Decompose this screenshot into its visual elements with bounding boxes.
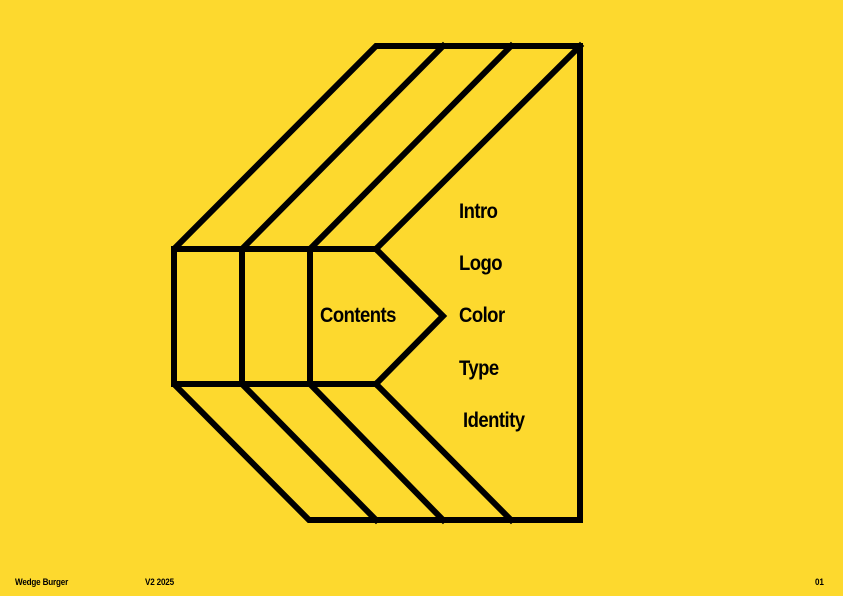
footer-version: V2 2025: [145, 577, 174, 587]
toc-item-identity[interactable]: Identity: [463, 409, 525, 433]
toc-item-logo[interactable]: Logo: [459, 252, 503, 276]
toc-item-type[interactable]: Type: [459, 357, 499, 381]
wedge-bottom-stripe: [371, 379, 516, 525]
wedge-bottom-stripe: [305, 379, 448, 525]
wedge-illustration: [171, 41, 585, 525]
wedge-bottom-stripe: [237, 379, 381, 525]
toc-item-intro[interactable]: Intro: [459, 200, 498, 224]
footer-page-number: 01: [815, 577, 824, 587]
contents-title: Contents: [320, 304, 396, 327]
contents-page: Contents Intro Logo Color Type Identity …: [0, 0, 843, 596]
toc-item-color[interactable]: Color: [459, 304, 505, 328]
footer-brand: Wedge Burger: [15, 577, 69, 587]
